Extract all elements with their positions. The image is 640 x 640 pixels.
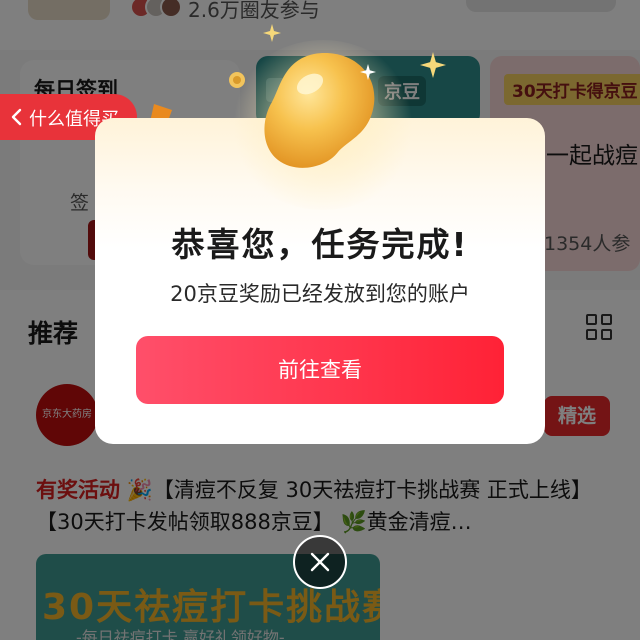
dialog-description: 20京豆奖励已经发放到您的账户 — [170, 282, 470, 306]
sparkle-icon — [263, 24, 281, 42]
dialog-title: 恭喜您，任务完成! — [171, 225, 469, 264]
chevron-left-icon — [11, 108, 22, 126]
sparkle-icon — [420, 52, 446, 78]
view-now-button[interactable]: 前往查看 — [136, 336, 504, 404]
coin-icon — [229, 72, 245, 88]
close-icon — [310, 552, 330, 572]
sparkle-icon — [360, 64, 376, 80]
close-button[interactable] — [293, 535, 347, 589]
